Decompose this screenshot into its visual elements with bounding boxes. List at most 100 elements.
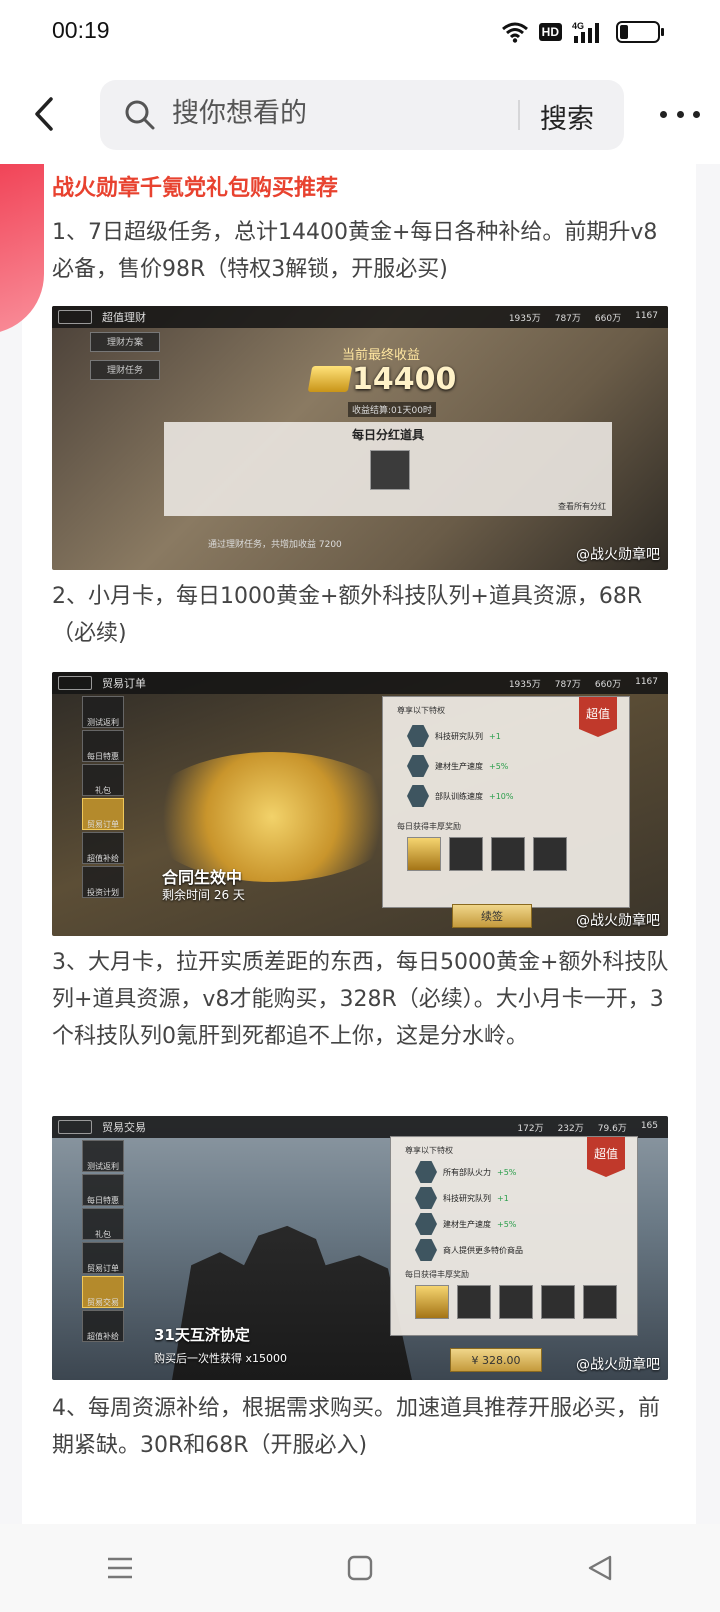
renew-button: 续签: [452, 904, 532, 928]
remaining-time: 剩余时间 26 天: [162, 888, 245, 902]
search-divider: [518, 100, 520, 130]
privilege-row: 部队训练速度 +10%: [407, 785, 513, 807]
resource-value: 660万: [594, 679, 622, 690]
svg-text:4G: 4G: [572, 21, 584, 31]
privilege-name: 建材生产速度: [443, 1219, 491, 1229]
search-input[interactable]: [172, 98, 492, 129]
screenshot-image-2[interactable]: 贸易订单 1935万 787万 660万 1167 测试返利 每日特惠 礼包 贸…: [52, 672, 668, 936]
nav-home-button[interactable]: [330, 1538, 390, 1598]
resource-value: 1935万: [508, 679, 541, 690]
resource-value: 1935万: [508, 313, 541, 324]
game-title: 超值理财: [102, 311, 146, 324]
game-tab: 理财任务: [90, 360, 160, 380]
ticket-item-icon: [499, 1285, 533, 1319]
resource-value: 660万: [594, 313, 622, 324]
gold-item-icon: [415, 1285, 449, 1319]
panel-link: 查看所有分红: [558, 502, 606, 511]
gold-value: 14400: [352, 362, 457, 397]
status-time: 00:19: [52, 17, 110, 43]
game-menu-item: 测试返利: [82, 1140, 124, 1172]
post-title: 战火勋章千氪党礼包购买推荐: [52, 176, 339, 201]
paragraph-4: 4、每周资源补给，根据需求购买。加速道具推荐开服必买，前期紧缺。30R和68R（…: [52, 1396, 660, 1458]
content-area: 战火勋章千氪党礼包购买推荐 1、7日超级任务，总计14400黄金+每日各种补给。…: [0, 164, 720, 1524]
game-menu-item: 超值补给: [82, 1310, 124, 1342]
ticket-item-icon: [449, 837, 483, 871]
home-icon: [347, 1555, 373, 1581]
cash-item-icon: [533, 837, 567, 871]
chevron-left-icon: [35, 97, 53, 131]
deal-title: 31天互济协定: [154, 1326, 250, 1344]
game-title: 贸易交易: [102, 1121, 146, 1134]
game-back-icon: [58, 1120, 92, 1134]
game-menu-item: 测试返利: [82, 696, 124, 728]
privilege-name: 部队训练速度: [435, 791, 483, 801]
game-title: 贸易订单: [102, 677, 146, 690]
reward-items: [415, 1285, 617, 1319]
back-triangle-icon: [588, 1555, 612, 1581]
game-menu-item: 每日特惠: [82, 1174, 124, 1206]
more-options-button[interactable]: [660, 102, 700, 126]
privilege-name: 所有部队火力: [443, 1167, 491, 1177]
game-back-icon: [58, 676, 92, 690]
privilege-panel: 尊享以下特权 超值 所有部队火力 +5% 科技研究队列 +1 建材生产速度 +5…: [390, 1136, 638, 1336]
search-icon: [125, 100, 155, 130]
search-header: 搜索: [0, 66, 720, 164]
privilege-name: 科技研究队列: [443, 1193, 491, 1203]
game-footer: 通过理财任务，共增加收益 7200: [208, 540, 342, 550]
dot-icon: [676, 110, 684, 118]
gold-label: 当前最终收益: [342, 348, 421, 363]
privilege-bonus: +10%: [489, 791, 514, 801]
value-ribbon: 超值: [579, 697, 617, 737]
game-topbar: 贸易订单 1935万 787万 660万 1167: [52, 672, 668, 694]
privilege-bonus: +5%: [489, 761, 509, 771]
privilege-name: 建材生产速度: [435, 761, 483, 771]
rewards-label: 每日获得丰厚奖励: [397, 822, 461, 831]
merchant-icon: [415, 1239, 437, 1261]
privilege-heading: 尊享以下特权: [397, 706, 445, 715]
resource-value: 1167: [635, 676, 658, 687]
shovel-item-icon: [541, 1285, 575, 1319]
privilege-row: 商人提供更多特价商品: [415, 1239, 523, 1261]
search-box[interactable]: 搜索: [100, 80, 624, 150]
game-resources: 1935万 787万 660万 1167: [509, 677, 658, 690]
nav-back-button[interactable]: [570, 1538, 630, 1598]
signal-icon: 4G: [572, 20, 606, 44]
screenshot-image-1[interactable]: 超值理财 1935万 787万 660万 1167 理财方案 理财任务 当前最终…: [52, 306, 668, 570]
reward-items: [407, 837, 567, 871]
game-menu-item: 每日特惠: [82, 730, 124, 762]
resource-value: 787万: [554, 679, 581, 690]
resource-value: 79.6万: [597, 1123, 627, 1134]
screenshot-image-3[interactable]: 贸易交易 172万 232万 79.6万 165 测试返利 每日特惠 礼包 贸易…: [52, 1116, 668, 1380]
game-resources: 172万 232万 79.6万 165: [517, 1121, 658, 1134]
search-button[interactable]: 搜索: [540, 97, 594, 136]
panel-title: 每日分红道具: [351, 428, 424, 442]
dividend-panel: 每日分红道具 查看所有分红: [164, 422, 612, 516]
privilege-row: 科技研究队列 +1: [415, 1187, 509, 1209]
item-chest-icon: [370, 450, 410, 490]
privilege-name: 商人提供更多特价商品: [443, 1245, 523, 1255]
game-menu-item: 礼包: [82, 1208, 124, 1240]
tech-icon: [407, 725, 429, 747]
game-menu-item: 超值补给: [82, 832, 124, 864]
watermark: @战火勋章吧: [576, 913, 660, 929]
rewards-label: 每日获得丰厚奖励: [405, 1270, 469, 1279]
contract-status: 合同生效中: [162, 868, 243, 887]
game-side-menu: 测试返利 每日特惠 礼包 贸易订单 超值补给 投资计划: [82, 696, 124, 900]
gold-bar-icon: [307, 366, 353, 392]
material-icon: [415, 1213, 437, 1235]
diamond-item-icon: [457, 1285, 491, 1319]
nav-menu-button[interactable]: [90, 1538, 150, 1598]
gold-coins-image: [142, 752, 402, 882]
game-back-icon: [58, 310, 92, 324]
privilege-row: 科技研究队列 +1: [407, 725, 501, 747]
tech-icon: [415, 1187, 437, 1209]
resource-value: 165: [640, 1120, 658, 1131]
post-card: 战火勋章千氪党礼包购买推荐 1、7日超级任务，总计14400黄金+每日各种补给。…: [0, 164, 696, 1524]
resource-value: 1167: [635, 310, 658, 321]
back-button[interactable]: [24, 90, 64, 138]
troop-icon: [407, 785, 429, 807]
status-icons: HD 4G: [501, 18, 664, 46]
game-menu-item: 礼包: [82, 764, 124, 796]
privilege-bonus: +5%: [497, 1219, 517, 1229]
firepower-icon: [415, 1161, 437, 1183]
